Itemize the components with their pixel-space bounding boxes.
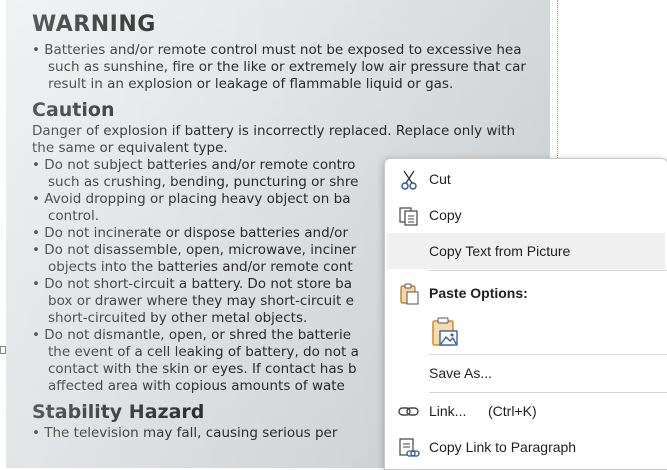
resize-handle[interactable] xyxy=(0,346,6,354)
menu-item-copy[interactable]: Copy xyxy=(385,197,667,233)
menu-item-shortcut: (Ctrl+K) xyxy=(488,403,537,419)
menu-item-save-as[interactable]: Save As... xyxy=(385,355,667,391)
warning-line: result in an explosion or leakage of fla… xyxy=(48,76,454,92)
warning-line: • Batteries and/or remote control must n… xyxy=(32,42,522,58)
selection-guide xyxy=(557,0,558,160)
menu-item-label: Copy Link to Paragraph xyxy=(429,439,577,455)
caution-intro-line: the same or equivalent type. xyxy=(32,140,228,156)
caution-heading: Caution xyxy=(32,99,115,121)
warning-line: such as sunshine, fire or the like or ex… xyxy=(48,59,526,75)
scissors-icon xyxy=(398,169,420,191)
menu-item-label: Paste Options: xyxy=(429,285,528,301)
menu-item-label: Copy Text from Picture xyxy=(429,243,571,259)
menu-item-link[interactable]: Link... (Ctrl+K) xyxy=(385,393,667,429)
menu-item-paste-options: Paste Options: xyxy=(385,275,667,311)
caution-intro-line: Danger of explosion if battery is incorr… xyxy=(32,123,516,139)
copy-icon xyxy=(398,205,420,227)
paste-picture-icon xyxy=(431,317,459,349)
link-icon xyxy=(398,401,420,423)
copy-link-icon xyxy=(398,437,420,459)
paste-option-picture[interactable] xyxy=(385,313,667,355)
context-menu: Cut Copy Copy Text from Picture Paste Op… xyxy=(384,158,667,470)
menu-separator xyxy=(429,270,667,271)
menu-item-label: Copy xyxy=(429,207,462,223)
menu-item-cut[interactable]: Cut xyxy=(385,161,667,197)
menu-item-copy-link-to-paragraph[interactable]: Copy Link to Paragraph xyxy=(385,429,667,465)
menu-item-label: Save As... xyxy=(429,365,493,381)
warning-heading: WARNING xyxy=(32,12,156,37)
menu-item-label: Link... xyxy=(429,403,467,419)
menu-item-label: Cut xyxy=(429,171,451,187)
clipboard-icon xyxy=(398,283,420,305)
menu-item-copy-text-from-picture[interactable]: Copy Text from Picture xyxy=(387,233,665,269)
